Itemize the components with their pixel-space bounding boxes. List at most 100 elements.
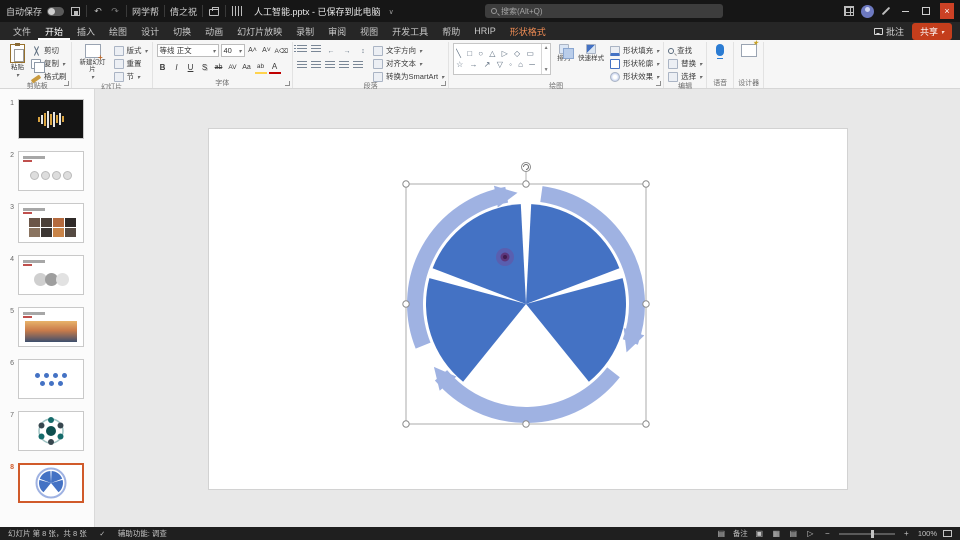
- slide-thumbnail-3[interactable]: 3: [6, 203, 94, 243]
- paste-button[interactable]: 粘贴: [8, 43, 27, 81]
- thumbnail-preview[interactable]: [18, 463, 84, 503]
- new-slide-button[interactable]: 新建幻灯片: [76, 43, 110, 83]
- layout-button[interactable]: 版式: [113, 45, 148, 56]
- resize-handle-n[interactable]: [522, 180, 530, 188]
- tab-developer[interactable]: 开发工具: [385, 22, 435, 40]
- resize-handle-e[interactable]: [642, 300, 650, 308]
- thumbnail-preview[interactable]: [18, 151, 84, 191]
- resize-handle-nw[interactable]: [402, 180, 410, 188]
- tab-slideshow[interactable]: 幻灯片放映: [230, 22, 289, 40]
- dialog-launcher-icon[interactable]: [441, 81, 447, 86]
- print-button[interactable]: [208, 5, 220, 17]
- change-case-button[interactable]: [241, 62, 253, 74]
- strikethrough-button[interactable]: [213, 62, 225, 74]
- restore-button[interactable]: [919, 3, 933, 19]
- clear-formatting-button[interactable]: [275, 45, 289, 57]
- selected-cycle-shape[interactable]: [396, 154, 656, 444]
- title-dropdown-icon[interactable]: [386, 6, 394, 16]
- tab-help[interactable]: 帮助: [435, 22, 467, 40]
- tab-home[interactable]: 开始: [38, 22, 70, 40]
- justify-icon[interactable]: [339, 61, 350, 70]
- character-spacing-button[interactable]: [227, 62, 239, 74]
- autosave-toggle[interactable]: [47, 6, 65, 16]
- dialog-launcher-icon[interactable]: [285, 81, 291, 86]
- resize-handle-w[interactable]: [402, 300, 410, 308]
- align-right-icon[interactable]: [325, 61, 336, 70]
- chart-qat-button[interactable]: [231, 5, 243, 17]
- convert-smartart-button[interactable]: 转换为SmartArt: [373, 71, 444, 82]
- tab-transitions[interactable]: 切换: [166, 22, 198, 40]
- qat-addin-1[interactable]: 网学帮: [132, 5, 159, 18]
- thumbnail-preview[interactable]: [18, 307, 84, 347]
- underline-button[interactable]: [185, 62, 197, 74]
- tab-hrip[interactable]: HRIP: [467, 22, 503, 40]
- tab-view[interactable]: 视图: [353, 22, 385, 40]
- ribbon-display-options-icon[interactable]: [844, 6, 854, 16]
- close-button[interactable]: ×: [940, 3, 954, 19]
- shape-fill-button[interactable]: 形状填充: [610, 45, 659, 56]
- dialog-launcher-icon[interactable]: [63, 81, 69, 86]
- tab-insert[interactable]: 插入: [70, 22, 102, 40]
- cut-button[interactable]: 剪切: [31, 45, 67, 56]
- reading-view-icon[interactable]: [788, 528, 799, 539]
- designer-button[interactable]: [739, 40, 759, 58]
- slideshow-icon[interactable]: [805, 528, 816, 539]
- zoom-slider-thumb[interactable]: [870, 529, 874, 538]
- tab-draw[interactable]: 绘图: [102, 22, 134, 40]
- notes-button[interactable]: 备注: [733, 528, 748, 539]
- search-input[interactable]: [501, 6, 717, 16]
- find-button[interactable]: 查找: [668, 45, 702, 56]
- slide-thumbnail-7[interactable]: 7: [6, 411, 94, 451]
- text-shadow-button[interactable]: [199, 62, 211, 74]
- font-color-button[interactable]: [268, 62, 281, 74]
- thumbnail-preview[interactable]: [18, 99, 84, 139]
- shape-effects-button[interactable]: 形状效果: [610, 71, 659, 82]
- tab-design[interactable]: 设计: [134, 22, 166, 40]
- slide-thumbnail-6[interactable]: 6: [6, 359, 94, 399]
- tab-record[interactable]: 录制: [289, 22, 321, 40]
- bullets-icon[interactable]: [294, 45, 308, 54]
- thumbnail-preview[interactable]: [18, 255, 84, 295]
- italic-button[interactable]: [171, 62, 183, 74]
- slide-thumbnail-5[interactable]: 5: [6, 307, 94, 347]
- columns-icon[interactable]: [353, 61, 364, 70]
- spell-check-icon[interactable]: [97, 528, 108, 539]
- highlight-color-button[interactable]: [254, 62, 267, 74]
- reset-button[interactable]: 重置: [113, 58, 148, 69]
- replace-button[interactable]: 替换: [668, 58, 702, 69]
- normal-view-icon[interactable]: [754, 528, 765, 539]
- rotate-handle[interactable]: [521, 162, 531, 172]
- shape-gallery[interactable]: ▲▼: [453, 43, 552, 75]
- save-button[interactable]: [69, 5, 81, 17]
- slide-sorter-icon[interactable]: [771, 528, 782, 539]
- zoom-slider[interactable]: [838, 529, 895, 538]
- text-direction-button[interactable]: 文字方向: [373, 45, 444, 56]
- slide-thumbnail-1[interactable]: 1: [6, 99, 94, 139]
- dialog-launcher-icon[interactable]: [656, 81, 662, 86]
- line-spacing-button[interactable]: [357, 45, 369, 57]
- undo-button[interactable]: [92, 5, 104, 17]
- thumbnail-preview[interactable]: [18, 411, 84, 451]
- align-left-icon[interactable]: [297, 61, 308, 70]
- slide-surface[interactable]: [208, 128, 848, 490]
- shape-outline-button[interactable]: 形状轮廓: [610, 58, 659, 69]
- tab-file[interactable]: 文件: [6, 22, 38, 40]
- arrange-button[interactable]: 排列: [555, 43, 574, 63]
- decrease-indent-button[interactable]: [325, 45, 337, 57]
- tab-animations[interactable]: 动画: [198, 22, 230, 40]
- redo-button[interactable]: [109, 5, 121, 17]
- increase-indent-button[interactable]: [341, 45, 353, 57]
- search-box[interactable]: [485, 4, 723, 18]
- tab-shape-format[interactable]: 形状格式: [503, 22, 553, 40]
- resize-handle-s[interactable]: [522, 420, 530, 428]
- copy-button[interactable]: 复制: [31, 58, 67, 73]
- format-painter-button[interactable]: 格式刷: [30, 71, 67, 84]
- zoom-in-icon[interactable]: [901, 528, 912, 539]
- select-button[interactable]: 选择: [668, 71, 702, 82]
- font-name-select[interactable]: 等线 正文: [156, 44, 219, 57]
- align-text-button[interactable]: 对齐文本: [373, 58, 444, 69]
- tab-review[interactable]: 审阅: [321, 22, 353, 40]
- increase-font-button[interactable]: [247, 45, 259, 57]
- comments-button[interactable]: 批注: [873, 25, 904, 38]
- font-size-select[interactable]: 40: [220, 44, 245, 57]
